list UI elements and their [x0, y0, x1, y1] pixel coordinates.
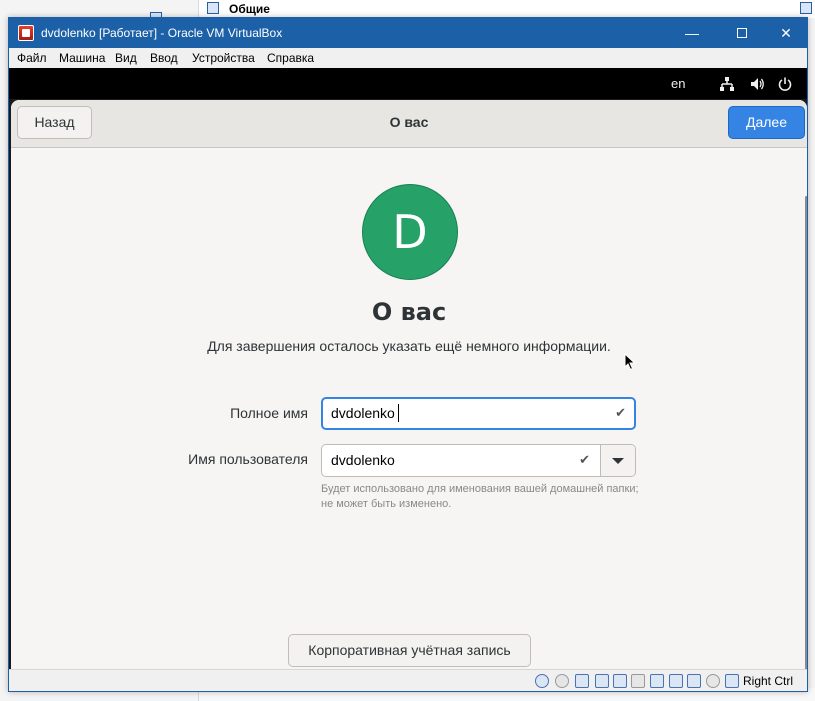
- username-hint: Будет использовано для именования вашей …: [321, 483, 639, 510]
- vertical-scrollbar[interactable]: [805, 196, 807, 669]
- virtualbox-vm-window: dvdolenko [Работает] - Oracle VM Virtual…: [8, 17, 808, 692]
- minimize-icon: —: [685, 25, 699, 41]
- full-name-label: Полное имя: [230, 405, 308, 421]
- username-combobox[interactable]: dvdolenko ✔: [321, 444, 636, 477]
- menu-devices[interactable]: Устройства: [192, 51, 255, 65]
- about-you-page: D О вас Для завершения осталось указать …: [11, 148, 807, 669]
- page-subtitle: Для завершения осталось указать ещё немн…: [207, 338, 611, 354]
- chevron-down-icon[interactable]: [600, 445, 635, 476]
- display-icon[interactable]: [650, 674, 664, 688]
- shared-folders-icon[interactable]: [631, 674, 645, 688]
- full-name-value: dvdolenko: [331, 405, 395, 421]
- network-icon[interactable]: [719, 76, 735, 92]
- display-icon: [800, 2, 812, 14]
- audio-icon[interactable]: [575, 674, 589, 688]
- enterprise-login-button[interactable]: Корпоративная учётная запись: [288, 634, 531, 667]
- virtualbox-app-icon: [18, 25, 34, 41]
- username-value: dvdolenko: [331, 452, 395, 468]
- menu-input[interactable]: Ввод: [150, 51, 178, 65]
- maximize-icon: [737, 28, 747, 38]
- vm-status-bar: Right Ctrl: [9, 669, 807, 691]
- recording-icon[interactable]: [669, 674, 683, 688]
- text-caret: [398, 404, 399, 422]
- initial-setup-window: Назад О вас Далее D О вас Для завершения…: [11, 100, 807, 669]
- maximize-button[interactable]: [719, 18, 765, 48]
- next-button[interactable]: Далее: [728, 106, 805, 139]
- power-icon[interactable]: [777, 76, 793, 92]
- vt-x-icon[interactable]: [687, 674, 701, 688]
- close-button[interactable]: ✕: [763, 18, 809, 48]
- host-details-header: Общие: [198, 0, 815, 18]
- check-icon: ✔: [579, 452, 590, 467]
- guest-screen[interactable]: en Назад О вас Далее D О вас Для заверше…: [9, 68, 807, 669]
- display-icon: [207, 2, 219, 14]
- setup-headerbar: Назад О вас Далее: [11, 100, 807, 148]
- minimize-button[interactable]: —: [669, 18, 715, 48]
- host-section-title: Общие: [229, 2, 270, 16]
- window-title: dvdolenko [Работает] - Oracle VM Virtual…: [41, 26, 283, 40]
- disk-icon[interactable]: [555, 674, 569, 688]
- keyboard-layout-indicator[interactable]: en: [671, 76, 685, 91]
- menu-bar: Файл Машина Вид Ввод Устройства Справка: [9, 48, 807, 68]
- window-titlebar[interactable]: dvdolenko [Работает] - Oracle VM Virtual…: [9, 18, 807, 48]
- full-name-field[interactable]: dvdolenko ✔: [321, 397, 636, 430]
- keyboard-capture-icon[interactable]: [725, 674, 739, 688]
- host-key-label: Right Ctrl: [743, 674, 794, 688]
- username-label: Имя пользователя: [188, 451, 308, 467]
- close-icon: ✕: [780, 25, 792, 41]
- check-icon: ✔: [615, 405, 626, 420]
- avatar[interactable]: D: [362, 184, 458, 280]
- menu-file[interactable]: Файл: [17, 51, 47, 65]
- mouse-integration-icon[interactable]: [706, 674, 720, 688]
- usb-icon[interactable]: [613, 674, 627, 688]
- gnome-top-bar: en: [9, 68, 807, 99]
- menu-help[interactable]: Справка: [267, 51, 314, 65]
- volume-icon[interactable]: [749, 76, 765, 92]
- menu-machine[interactable]: Машина: [59, 51, 105, 65]
- headerbar-title: О вас: [389, 114, 429, 130]
- network-adapter-icon[interactable]: [595, 674, 609, 688]
- menu-view[interactable]: Вид: [115, 51, 137, 65]
- page-title: О вас: [371, 298, 447, 326]
- optical-drive-icon[interactable]: [535, 674, 549, 688]
